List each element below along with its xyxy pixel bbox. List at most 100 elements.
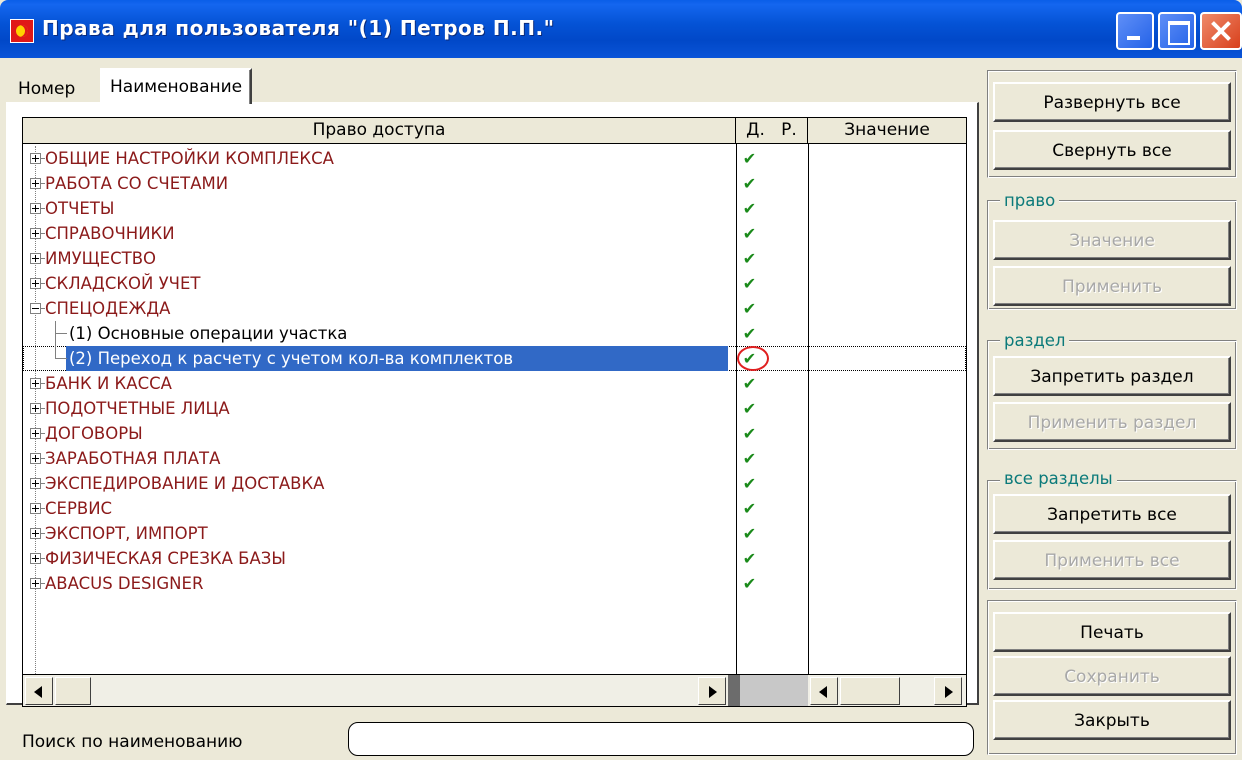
tree-row-label: ОТЧЕТЫ [45,199,115,218]
checkmark-icon[interactable]: ✔ [742,201,757,217]
checkmark-icon[interactable]: ✔ [742,476,757,492]
expand-plus-icon[interactable] [30,428,41,439]
expand-plus-icon[interactable] [30,153,41,164]
tree-row-label: ДОГОВОРЫ [45,424,143,443]
value-horizontal-scrollbar[interactable] [808,674,966,706]
checkmark-icon[interactable]: ✔ [742,376,757,392]
save-button[interactable]: Сохранить [993,656,1231,696]
tree-connector [55,333,67,334]
tree-row-label: ЗАРАБОТНАЯ ПЛАТА [45,449,221,468]
deny-section-button[interactable]: Запретить раздел [993,356,1231,396]
tree-row[interactable]: ФИЗИЧЕСКАЯ СРЕЗКА БАЗЫ ✔ [23,546,966,571]
minimize-button[interactable] [1116,12,1154,50]
scroll-thumb[interactable] [840,677,900,705]
tree-row[interactable]: ЗАРАБОТНАЯ ПЛАТА ✔ [23,446,966,471]
expand-plus-icon[interactable] [30,453,41,464]
tree-row-label: ПОДОТЧЕТНЫЕ ЛИЦА [45,399,230,418]
checkmark-icon[interactable]: ✔ [742,426,757,442]
column-header-right[interactable]: Право доступа [23,118,736,144]
tree-row[interactable]: СПЕЦОДЕЖДА ✔ [23,296,966,321]
tree-row-label: ЭКСПЕДИРОВАНИЕ И ДОСТАВКА [45,474,325,493]
checkmark-icon[interactable]: ✔ [742,451,757,467]
tree-row[interactable]: ПОДОТЧЕТНЫЕ ЛИЦА ✔ [23,396,966,421]
scroll-spacer [728,674,808,706]
checkmark-icon[interactable]: ✔ [742,576,757,592]
tree-row[interactable]: РАБОТА СО СЧЕТАМИ ✔ [23,171,966,196]
scroll-thumb[interactable] [55,677,91,705]
rights-grid[interactable]: Право доступа Д. Р. Значение ОБЩИЕ НАСТР… [22,117,967,707]
tab-number[interactable]: Номер [12,76,81,102]
close-button[interactable]: Закрыть [993,700,1231,740]
tree-row[interactable]: СЕРВИС ✔ [23,496,966,521]
column-header-d[interactable]: Д. [736,118,776,144]
expand-plus-icon[interactable] [30,278,41,289]
tab-name[interactable]: Наименование [100,68,253,104]
column-header-value[interactable]: Значение [808,118,966,144]
expand-plus-icon[interactable] [30,378,41,389]
tree-connector [55,358,67,359]
expand-plus-icon[interactable] [30,478,41,489]
column-header-r[interactable]: Р. [771,118,808,144]
expand-plus-icon[interactable] [30,178,41,189]
scroll-left-icon[interactable] [25,677,53,705]
expand-plus-icon[interactable] [30,578,41,589]
expand-plus-icon[interactable] [30,528,41,539]
tree-horizontal-scrollbar[interactable] [23,674,728,706]
tree-row[interactable]: ЭКСПОРТ, ИМПОРТ ✔ [23,521,966,546]
app-icon [10,19,34,43]
window-title: Права для пользователя "(1) Петров П.П." [42,16,555,40]
collapse-all-button[interactable]: Свернуть все [993,130,1231,170]
checkmark-icon[interactable]: ✔ [742,251,757,267]
checkmark-icon[interactable]: ✔ [742,326,757,342]
title-bar[interactable]: Права для пользователя "(1) Петров П.П." [0,0,1242,58]
value-button[interactable]: Значение [993,220,1231,260]
tree-child-row[interactable]: (1) Основные операции участка ✔ [23,321,966,346]
checkmark-icon[interactable]: ✔ [742,401,757,417]
checkmark-icon[interactable]: ✔ [742,501,757,517]
maximize-button[interactable] [1158,12,1196,50]
search-input[interactable] [348,722,974,756]
tree-row[interactable]: ИМУЩЕСТВО ✔ [23,246,966,271]
apply-button[interactable]: Применить [993,266,1231,306]
scroll-right-icon[interactable] [934,677,962,705]
tree-row[interactable]: ЭКСПЕДИРОВАНИЕ И ДОСТАВКА ✔ [23,471,966,496]
tree-row-label: (1) Основные операции участка [69,324,348,343]
tree-row-label: СПРАВОЧНИКИ [45,224,175,243]
expand-plus-icon[interactable] [30,503,41,514]
expand-plus-icon[interactable] [30,228,41,239]
expand-all-button[interactable]: Развернуть все [993,82,1231,122]
deny-all-button[interactable]: Запретить все [993,494,1231,534]
tree-row[interactable]: ОТЧЕТЫ ✔ [23,196,966,221]
search-label: Поиск по наименованию [22,732,243,752]
tree-row[interactable]: ABACUS DESIGNER ✔ [23,571,966,596]
tree-row[interactable]: ДОГОВОРЫ ✔ [23,421,966,446]
tree-row[interactable]: БАНК И КАССА ✔ [23,371,966,396]
tree-row-label: ABACUS DESIGNER [45,574,204,593]
scroll-left-icon[interactable] [810,677,838,705]
checkmark-icon[interactable]: ✔ [742,151,757,167]
tree-child-row[interactable]: (2) Переход к расчету с учетом кол-ва ко… [23,346,966,371]
tree-row-label: ИМУЩЕСТВО [45,249,157,268]
print-button[interactable]: Печать [993,612,1231,652]
checkmark-icon[interactable]: ✔ [742,551,757,567]
checkmark-icon[interactable]: ✔ [742,226,757,242]
expand-plus-icon[interactable] [30,203,41,214]
expand-plus-icon[interactable] [30,403,41,414]
expand-plus-icon[interactable] [30,253,41,264]
collapse-minus-icon[interactable] [30,303,41,314]
tree-row[interactable]: ОБЩИЕ НАСТРОЙКИ КОМПЛЕКСА ✔ [23,146,966,171]
apply-all-button[interactable]: Применить все [993,540,1231,580]
highlight-circle [737,346,769,371]
tree-row[interactable]: СКЛАДСКОЙ УЧЕТ ✔ [23,271,966,296]
checkmark-icon[interactable]: ✔ [742,176,757,192]
checkmark-icon[interactable]: ✔ [742,301,757,317]
scroll-right-icon[interactable] [698,677,726,705]
tree-row-label: СКЛАДСКОЙ УЧЕТ [45,274,201,293]
group-legend-section: раздел [1000,332,1070,350]
apply-section-button[interactable]: Применить раздел [993,402,1231,442]
tree-row[interactable]: СПРАВОЧНИКИ ✔ [23,221,966,246]
expand-plus-icon[interactable] [30,553,41,564]
checkmark-icon[interactable]: ✔ [742,526,757,542]
checkmark-icon[interactable]: ✔ [742,276,757,292]
close-window-button[interactable] [1200,12,1242,50]
